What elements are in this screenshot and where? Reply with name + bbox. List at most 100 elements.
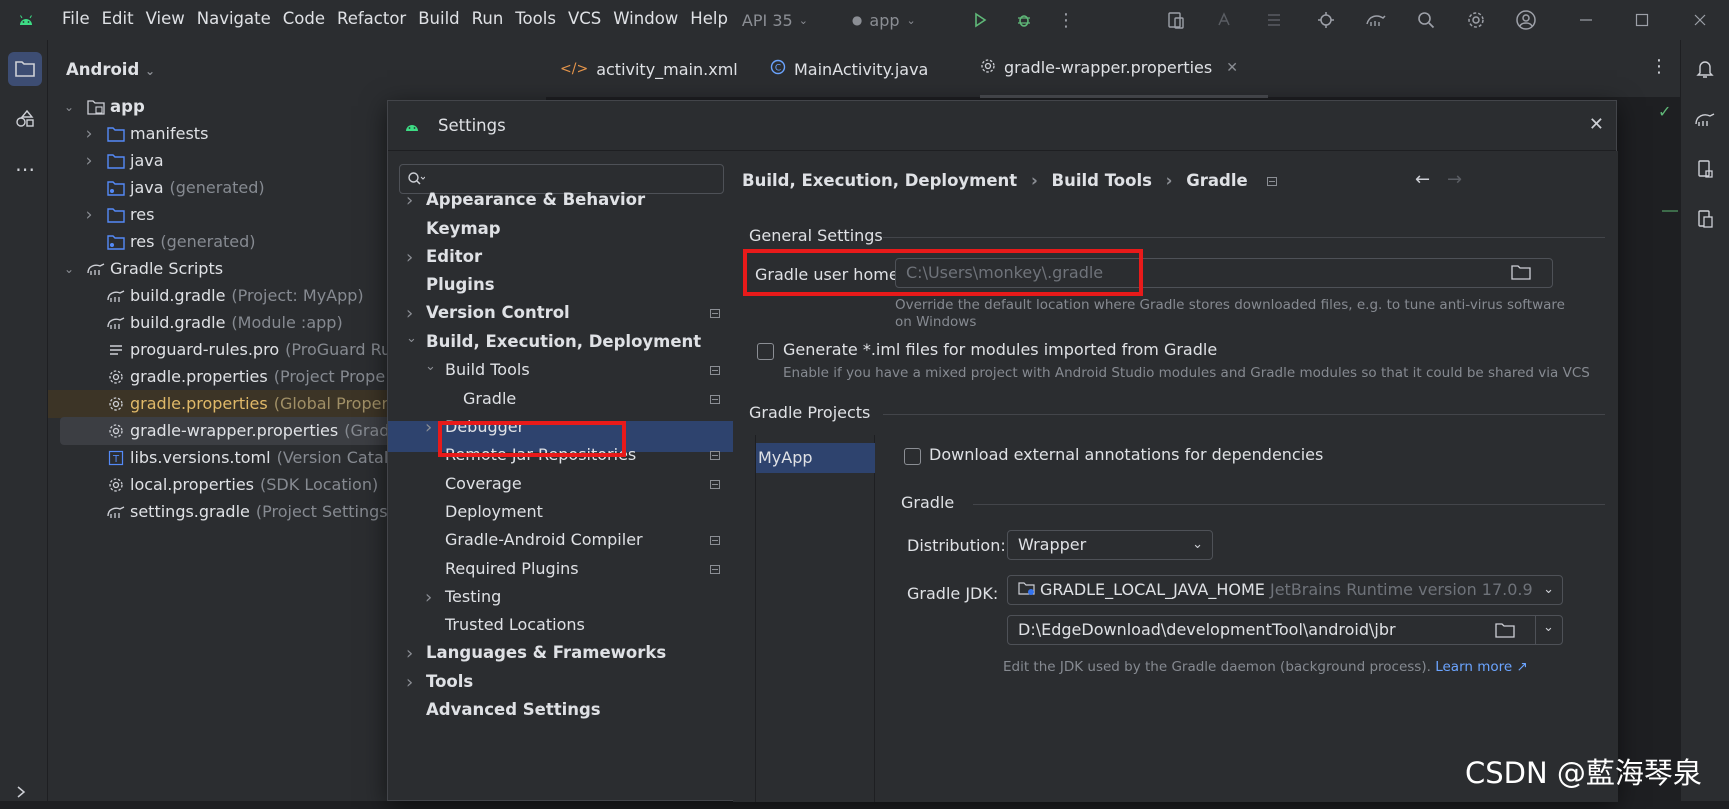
chevron-right-icon[interactable]: › xyxy=(406,643,413,664)
settings-nav-item[interactable]: Gradle-Android Compiler xyxy=(445,525,643,555)
tree-item[interactable]: res (generated) xyxy=(106,228,256,256)
settings-nav-item[interactable]: Remote Jar Repositories xyxy=(445,440,636,470)
chevron-right-icon[interactable]: › xyxy=(406,190,413,211)
settings-nav-item[interactable]: Advanced Settings xyxy=(426,695,601,725)
notifications-bell-icon[interactable] xyxy=(1688,52,1722,86)
chevron-down-icon[interactable]: ⌄ xyxy=(1543,620,1554,635)
close-dialog-icon[interactable]: ✕ xyxy=(1589,114,1604,135)
menu-vcs[interactable]: VCS xyxy=(562,0,607,40)
settings-nav-item[interactable]: Build Tools xyxy=(445,355,530,385)
tree-item[interactable]: java xyxy=(106,147,164,175)
download-annotations-checkbox[interactable] xyxy=(904,448,921,465)
maximize-icon[interactable] xyxy=(1628,6,1656,34)
tree-item[interactable]: Tlibs.versions.toml (Version Catal xyxy=(106,444,388,472)
settings-nav-item[interactable]: Tools xyxy=(426,667,473,697)
chevron-right-icon[interactable]: › xyxy=(425,587,432,608)
device-explorer-icon[interactable] xyxy=(1688,152,1722,186)
menu-code[interactable]: Code xyxy=(277,0,331,40)
tree-item[interactable]: local.properties (SDK Location) xyxy=(106,471,378,499)
sync-icon[interactable] xyxy=(1312,6,1340,34)
tab-options-icon[interactable]: ⋮ xyxy=(1650,56,1668,77)
generate-iml-label[interactable]: Generate *.iml files for modules importe… xyxy=(783,340,1217,359)
terminal-icon[interactable] xyxy=(8,775,42,809)
settings-gear-icon[interactable] xyxy=(1462,6,1490,34)
tree-item[interactable]: Gradle Scripts xyxy=(86,255,223,283)
settings-nav-item[interactable]: Gradle xyxy=(463,384,516,414)
gradle-sync-icon[interactable] xyxy=(1362,6,1390,34)
run-icon[interactable] xyxy=(966,6,994,34)
menu-tools[interactable]: Tools xyxy=(509,0,562,40)
tree-item[interactable]: app xyxy=(86,93,145,121)
chevron-right-icon[interactable]: › xyxy=(406,303,413,324)
chevron-right-icon[interactable]: › xyxy=(82,124,96,144)
account-icon[interactable] xyxy=(1512,6,1540,34)
settings-nav-item[interactable]: Editor xyxy=(426,242,482,272)
device-manager-icon[interactable] xyxy=(1162,6,1190,34)
tree-item[interactable]: res xyxy=(106,201,154,229)
settings-nav-item[interactable]: Build, Execution, Deployment xyxy=(426,327,701,357)
tab-gradle-wrapper-properties[interactable]: gradle-wrapper.properties ✕ xyxy=(980,40,1268,98)
tab-activity-main-xml[interactable]: </> activity_main.xml xyxy=(560,40,738,98)
running-devices-icon[interactable] xyxy=(1688,202,1722,236)
project-folder-icon[interactable] xyxy=(8,52,42,86)
menu-build[interactable]: Build xyxy=(412,0,465,40)
chevron-down-icon[interactable]: ⌄ xyxy=(62,262,76,276)
tab-main-activity-java[interactable]: C MainActivity.java xyxy=(770,40,928,98)
close-tab-icon[interactable]: ✕ xyxy=(1226,60,1238,76)
tree-item[interactable]: proguard-rules.pro (ProGuard Ru xyxy=(106,336,391,364)
chevron-right-icon[interactable]: › xyxy=(406,672,413,693)
chevron-down-icon[interactable]: ⌄ xyxy=(425,359,436,374)
settings-nav-item[interactable]: Keymap xyxy=(426,214,501,244)
settings-nav-item[interactable]: Testing xyxy=(445,582,501,612)
breadcrumb-item[interactable]: Build, Execution, Deployment xyxy=(742,171,1017,190)
tree-item[interactable]: build.gradle (Project: MyApp) xyxy=(106,282,364,310)
run-configuration-selector[interactable]: ● app ⌄ xyxy=(852,11,916,30)
chevron-right-icon[interactable]: › xyxy=(425,417,432,438)
chevron-right-icon[interactable]: › xyxy=(82,205,96,225)
resource-manager-icon[interactable] xyxy=(8,102,42,136)
tree-item[interactable]: build.gradle (Module :app) xyxy=(106,309,343,337)
breadcrumb-item[interactable]: Build Tools xyxy=(1052,171,1152,190)
forward-arrow-icon[interactable]: → xyxy=(1447,169,1462,190)
project-item-myapp[interactable]: MyApp xyxy=(756,443,875,473)
debug-icon[interactable] xyxy=(1010,6,1038,34)
generate-iml-checkbox[interactable] xyxy=(757,343,774,360)
chevron-down-icon[interactable]: ⌄ xyxy=(406,331,417,346)
settings-nav-item[interactable]: Required Plugins xyxy=(445,554,579,584)
more-tools-icon[interactable]: ⋯ xyxy=(8,152,42,186)
gradle-user-home-field[interactable]: C:\Users\monkey\.gradle xyxy=(895,258,1553,288)
settings-nav-item[interactable]: Coverage xyxy=(445,469,522,499)
download-annotations-label[interactable]: Download external annotations for depend… xyxy=(929,445,1323,464)
settings-nav-item[interactable]: Deployment xyxy=(445,497,543,527)
settings-nav-item[interactable]: Version Control xyxy=(426,298,570,328)
tree-item[interactable]: gradle.properties (Project Prope xyxy=(106,363,385,391)
chevron-right-icon[interactable]: › xyxy=(406,247,413,268)
menu-navigate[interactable]: Navigate xyxy=(191,0,277,40)
dialog-title-bar[interactable]: Settings ✕ xyxy=(388,101,1616,151)
tree-item[interactable]: manifests xyxy=(106,120,208,148)
menu-help[interactable]: Help xyxy=(684,0,734,40)
tree-item[interactable]: gradle.properties (Global Proper xyxy=(106,390,388,418)
tree-item[interactable]: gradle-wrapper.properties (Grad xyxy=(106,417,389,445)
tree-item[interactable]: java (generated) xyxy=(106,174,265,202)
menu-edit[interactable]: Edit xyxy=(96,0,140,40)
translate-icon[interactable] xyxy=(1212,6,1240,34)
menu-file[interactable]: File xyxy=(56,0,96,40)
layout-inspector-icon[interactable] xyxy=(1260,6,1288,34)
settings-nav-item[interactable]: Appearance & Behavior xyxy=(426,185,645,215)
gradle-elephant-icon[interactable] xyxy=(1688,102,1722,136)
settings-nav-item[interactable]: Plugins xyxy=(426,270,495,300)
tree-item[interactable]: settings.gradle (Project Settings xyxy=(106,498,388,526)
chevron-down-icon[interactable]: ⌄ xyxy=(62,100,76,114)
menu-view[interactable]: View xyxy=(140,0,191,40)
settings-nav-item[interactable]: Debugger xyxy=(445,412,524,442)
menu-window[interactable]: Window xyxy=(607,0,684,40)
browse-folder-icon[interactable] xyxy=(1495,622,1515,642)
minimize-icon[interactable] xyxy=(1572,6,1600,34)
search-icon[interactable] xyxy=(1412,6,1440,34)
menu-refactor[interactable]: Refactor xyxy=(331,0,412,40)
menu-run[interactable]: Run xyxy=(466,0,510,40)
gradle-jdk-select[interactable]: GRADLE_LOCAL_JAVA_HOME JetBrains Runtime… xyxy=(1007,575,1563,605)
browse-folder-icon[interactable] xyxy=(1511,264,1531,284)
distribution-select[interactable]: Wrapper ⌄ xyxy=(1007,530,1213,560)
